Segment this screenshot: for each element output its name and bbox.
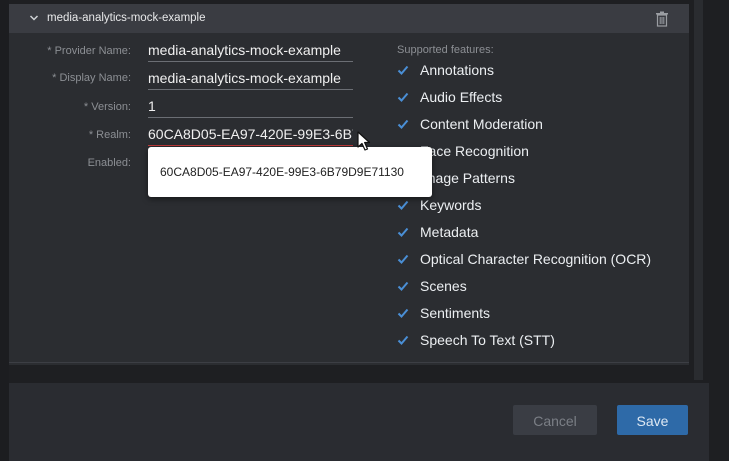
provider-name-field[interactable]: media-analytics-mock-example (148, 39, 353, 62)
dialog-footer: Cancel Save (9, 383, 709, 461)
feature-item[interactable]: Audio Effects (397, 87, 502, 107)
feature-label: Content Moderation (420, 116, 543, 132)
scrollbar[interactable] (694, 0, 703, 380)
mouse-pointer-icon (357, 131, 371, 151)
enabled-label: Enabled: (87, 157, 131, 169)
checkmark-icon[interactable] (397, 118, 409, 130)
feature-item[interactable]: Sentiments (397, 303, 490, 323)
feature-label: Face Recognition (420, 143, 529, 159)
feature-item[interactable]: Metadata (397, 222, 478, 242)
checkmark-icon[interactable] (397, 307, 409, 319)
checkmark-icon[interactable] (397, 280, 409, 292)
feature-label: Image Patterns (420, 170, 515, 186)
feature-label: Speech To Text (STT) (420, 332, 555, 348)
feature-item[interactable]: Optical Character Recognition (OCR) (397, 249, 651, 269)
checkmark-icon[interactable] (397, 253, 409, 265)
feature-item[interactable]: Scenes (397, 276, 467, 296)
checkmark-icon[interactable] (397, 226, 409, 238)
feature-item[interactable]: Content Moderation (397, 114, 543, 134)
feature-item[interactable]: Speech To Text (STT) (397, 330, 555, 350)
feature-label: Metadata (420, 224, 479, 240)
feature-label: Scenes (420, 278, 467, 294)
divider (9, 362, 689, 363)
feature-label: Keywords (420, 197, 482, 213)
trash-icon[interactable] (655, 11, 669, 27)
feature-item[interactable]: Keywords (397, 195, 481, 215)
save-button[interactable]: Save (617, 405, 688, 435)
realm-tooltip: 60CA8D05-EA97-420E-99E3-6B79D9E71130 (148, 147, 432, 197)
provider-name-label: * Provider Name: (47, 45, 131, 57)
checkmark-icon[interactable] (397, 334, 409, 346)
dialog: media-analytics-mock-example * Provider … (0, 0, 729, 461)
checkmark-icon[interactable] (397, 199, 409, 211)
version-label: * Version: (83, 101, 131, 113)
left-edge (0, 0, 9, 461)
feature-item[interactable]: Annotations (397, 60, 494, 80)
feature-label: Audio Effects (420, 89, 503, 105)
version-field[interactable]: 1 (148, 95, 353, 118)
display-name-label: * Display Name: (52, 72, 131, 84)
display-name-field[interactable]: media-analytics-mock-example (148, 67, 353, 90)
realm-field[interactable]: 60CA8D05-EA97-420E-99E3-6B79D9E71130 (148, 123, 353, 146)
tooltip-text: 60CA8D05-EA97-420E-99E3-6B79D9E71130 (160, 165, 404, 179)
feature-label: Optical Character Recognition (OCR) (420, 251, 652, 267)
feature-label: Sentiments (420, 305, 491, 321)
checkmark-icon[interactable] (397, 91, 409, 103)
features-title: Supported features: (397, 44, 494, 56)
feature-label: Annotations (420, 62, 494, 78)
checkmark-icon[interactable] (397, 64, 409, 76)
cancel-button[interactable]: Cancel (513, 405, 597, 435)
realm-label: * Realm: (88, 129, 131, 141)
